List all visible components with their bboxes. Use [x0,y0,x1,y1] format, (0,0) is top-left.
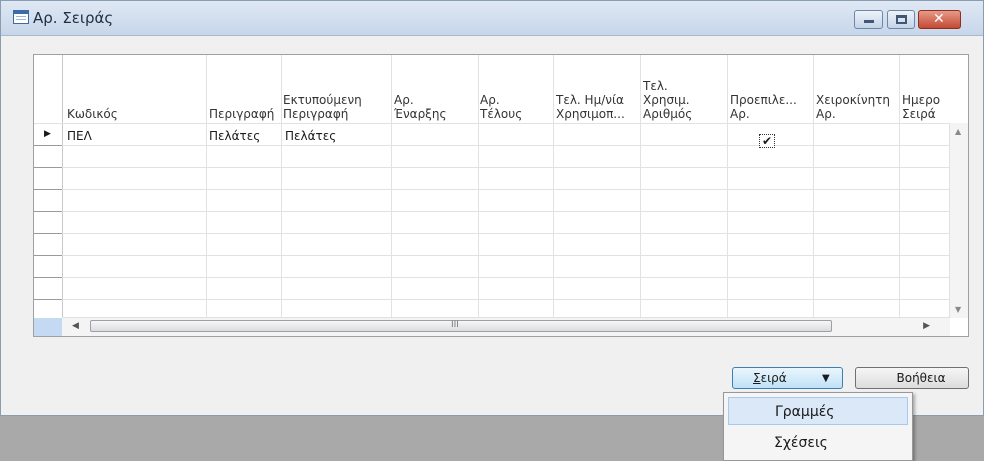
series-menu-button[interactable]: Σειρά ▼ [732,367,843,389]
default-nos-checkbox[interactable]: ✔ [759,134,775,148]
row-selector-divider [34,233,62,234]
row-divider [34,277,950,278]
close-button[interactable]: ✕ [918,10,961,29]
row-divider [34,189,950,190]
minimize-icon [864,20,874,23]
grid-header: Κωδικός Περιγραφή Εκτυπούμενη Περιγραφή … [34,55,968,123]
row-divider [34,255,950,256]
cell-description[interactable]: Πελάτες [209,129,260,143]
maximize-icon [896,15,907,24]
row-selector-divider [34,167,62,168]
scroll-down-icon[interactable]: ▼ [955,305,961,314]
row-divider [34,299,950,300]
scroll-up-icon[interactable]: ▲ [955,127,961,136]
dropdown-arrow-icon: ▼ [822,373,830,384]
no-series-window: Αρ. Σειράς ✕ Κωδικός Περιγραφή Εκτυπούμε… [0,0,984,416]
column-divider [813,55,814,318]
horizontal-scrollbar[interactable]: ◀ III ▶ [62,317,950,336]
scroll-grip-icon: III [451,320,459,330]
column-divider [640,55,641,318]
current-row-arrow-icon: ▶ [44,129,51,139]
menu-item-relations[interactable]: Σχέσεις [728,429,908,457]
menu-item-lines[interactable]: Γραμμές [728,397,908,425]
scroll-thumb[interactable]: III [90,320,832,332]
cell-printed-description[interactable]: Πελάτες [285,129,336,143]
column-header-ending-no[interactable]: Αρ. Τέλους [480,93,522,121]
row-selector-divider [34,189,62,190]
row-selector-divider [34,299,62,300]
window-title: Αρ. Σειράς [33,9,114,27]
row-divider [34,233,950,234]
column-divider [206,55,207,318]
row-selector-column[interactable] [34,55,63,336]
column-divider [391,55,392,318]
minimize-button[interactable] [854,10,883,29]
column-header-date-order[interactable]: Ημερο Σειρά [902,93,940,121]
vertical-scrollbar[interactable]: ▲ ▼ [949,123,968,318]
table-icon [13,10,29,24]
help-button[interactable]: Βοήθεια [855,367,969,389]
row-selector-divider [34,277,62,278]
column-divider [727,55,728,318]
title-bar: Αρ. Σειράς ✕ [1,1,983,36]
column-divider [899,55,900,318]
column-header-code[interactable]: Κωδικός [67,107,118,121]
row-selector-divider [34,145,62,146]
grid-corner [34,318,62,336]
column-divider [553,55,554,318]
row-divider [34,123,950,124]
row-divider [34,211,950,212]
row-selector-divider [34,211,62,212]
series-grid: Κωδικός Περιγραφή Εκτυπούμενη Περιγραφή … [33,54,969,337]
series-dropdown-menu: Γραμμές Σχέσεις [723,392,913,461]
column-header-default-nos[interactable]: Προεπιλε... Αρ. [730,93,797,121]
cell-code[interactable]: ΠΕΛ [67,129,92,143]
column-header-starting-no[interactable]: Αρ. Έναρξης [394,93,447,121]
scroll-right-icon[interactable]: ▶ [923,321,930,331]
column-header-last-no-used[interactable]: Τελ. Χρησιμ. Αριθμός [643,79,692,121]
column-header-last-date-used[interactable]: Τελ. Ημ/νία Χρησιμοπ... [556,93,625,121]
row-selector-divider [34,255,62,256]
row-divider [34,167,950,168]
column-header-description[interactable]: Περιγραφή [209,107,274,121]
scroll-left-icon[interactable]: ◀ [72,321,79,331]
column-divider [478,55,479,318]
column-header-printed-description[interactable]: Εκτυπούμενη Περιγραφή [283,93,362,121]
series-button-label: ειρά [760,371,787,385]
column-header-manual-nos[interactable]: Χειροκίνητη Αρ. [816,93,890,121]
series-button-accesskey: Σ [753,371,761,385]
row-divider [34,145,950,146]
column-divider [281,55,282,318]
maximize-button[interactable] [887,10,915,29]
close-icon: ✕ [933,11,945,27]
